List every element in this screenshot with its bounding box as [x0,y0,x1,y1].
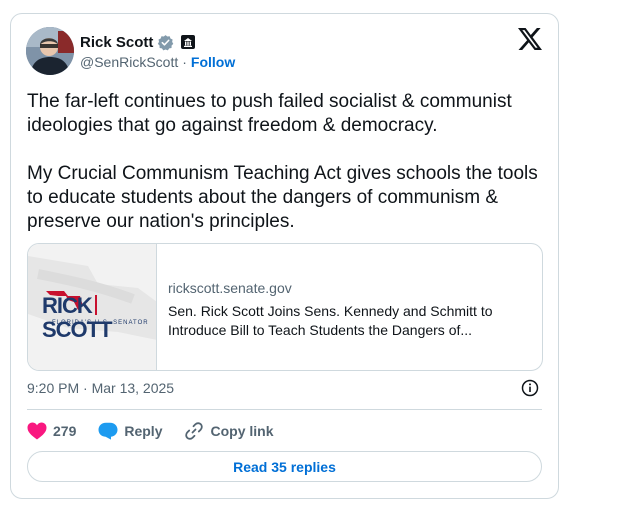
logo-divider [94,295,97,315]
action-bar: 279 Reply Copy link [27,420,296,442]
link-icon [185,422,204,440]
divider [27,409,542,410]
reply-bubble-icon [98,422,118,440]
x-logo-icon[interactable] [518,28,542,50]
copy-link-button[interactable]: Copy link [184,421,274,441]
avatar[interactable] [26,27,74,75]
link-preview-thumbnail: RICKSCOTT FLORIDA'S U.S. SENATOR [28,244,157,370]
author-handle[interactable]: @SenRickScott [80,54,178,70]
logo-subtitle: FLORIDA'S U.S. SENATOR [52,320,149,326]
info-icon[interactable] [521,379,539,397]
verified-badge-icon [157,34,174,51]
rick-scott-logo: RICKSCOTT [42,294,156,342]
link-domain: rickscott.senate.gov [168,280,292,296]
heart-icon [27,422,47,440]
link-preview-card[interactable]: RICKSCOTT FLORIDA'S U.S. SENATOR ricksco… [27,243,543,371]
tweet-embed-card: Rick Scott @SenRickScott · Follow The fa… [10,13,559,499]
read-replies-button[interactable]: Read 35 replies [27,451,542,482]
tweet-timestamp[interactable]: 9:20 PM · Mar 13, 2025 [27,380,174,396]
link-title: Sen. Rick Scott Joins Sens. Kennedy and … [168,303,493,338]
reply-label: Reply [124,423,163,439]
logo-text-rick: RICK [42,293,93,318]
follow-button[interactable]: Follow [191,54,235,70]
copy-link-label: Copy link [210,423,274,439]
tweet-text: The far-left continues to push failed so… [27,91,538,232]
author-display-name[interactable]: Rick Scott [80,34,153,51]
separator-dot: · [182,54,187,70]
author-handle-row: @SenRickScott · Follow [80,54,235,70]
reply-button[interactable]: Reply [98,422,162,440]
like-button[interactable]: 279 [27,422,76,440]
avatar-image [26,27,74,75]
government-badge-icon [181,35,196,49]
author-name-row: Rick Scott [80,32,196,52]
link-preview-text: rickscott.senate.gov Sen. Rick Scott Joi… [168,279,528,340]
like-count: 279 [53,423,77,439]
